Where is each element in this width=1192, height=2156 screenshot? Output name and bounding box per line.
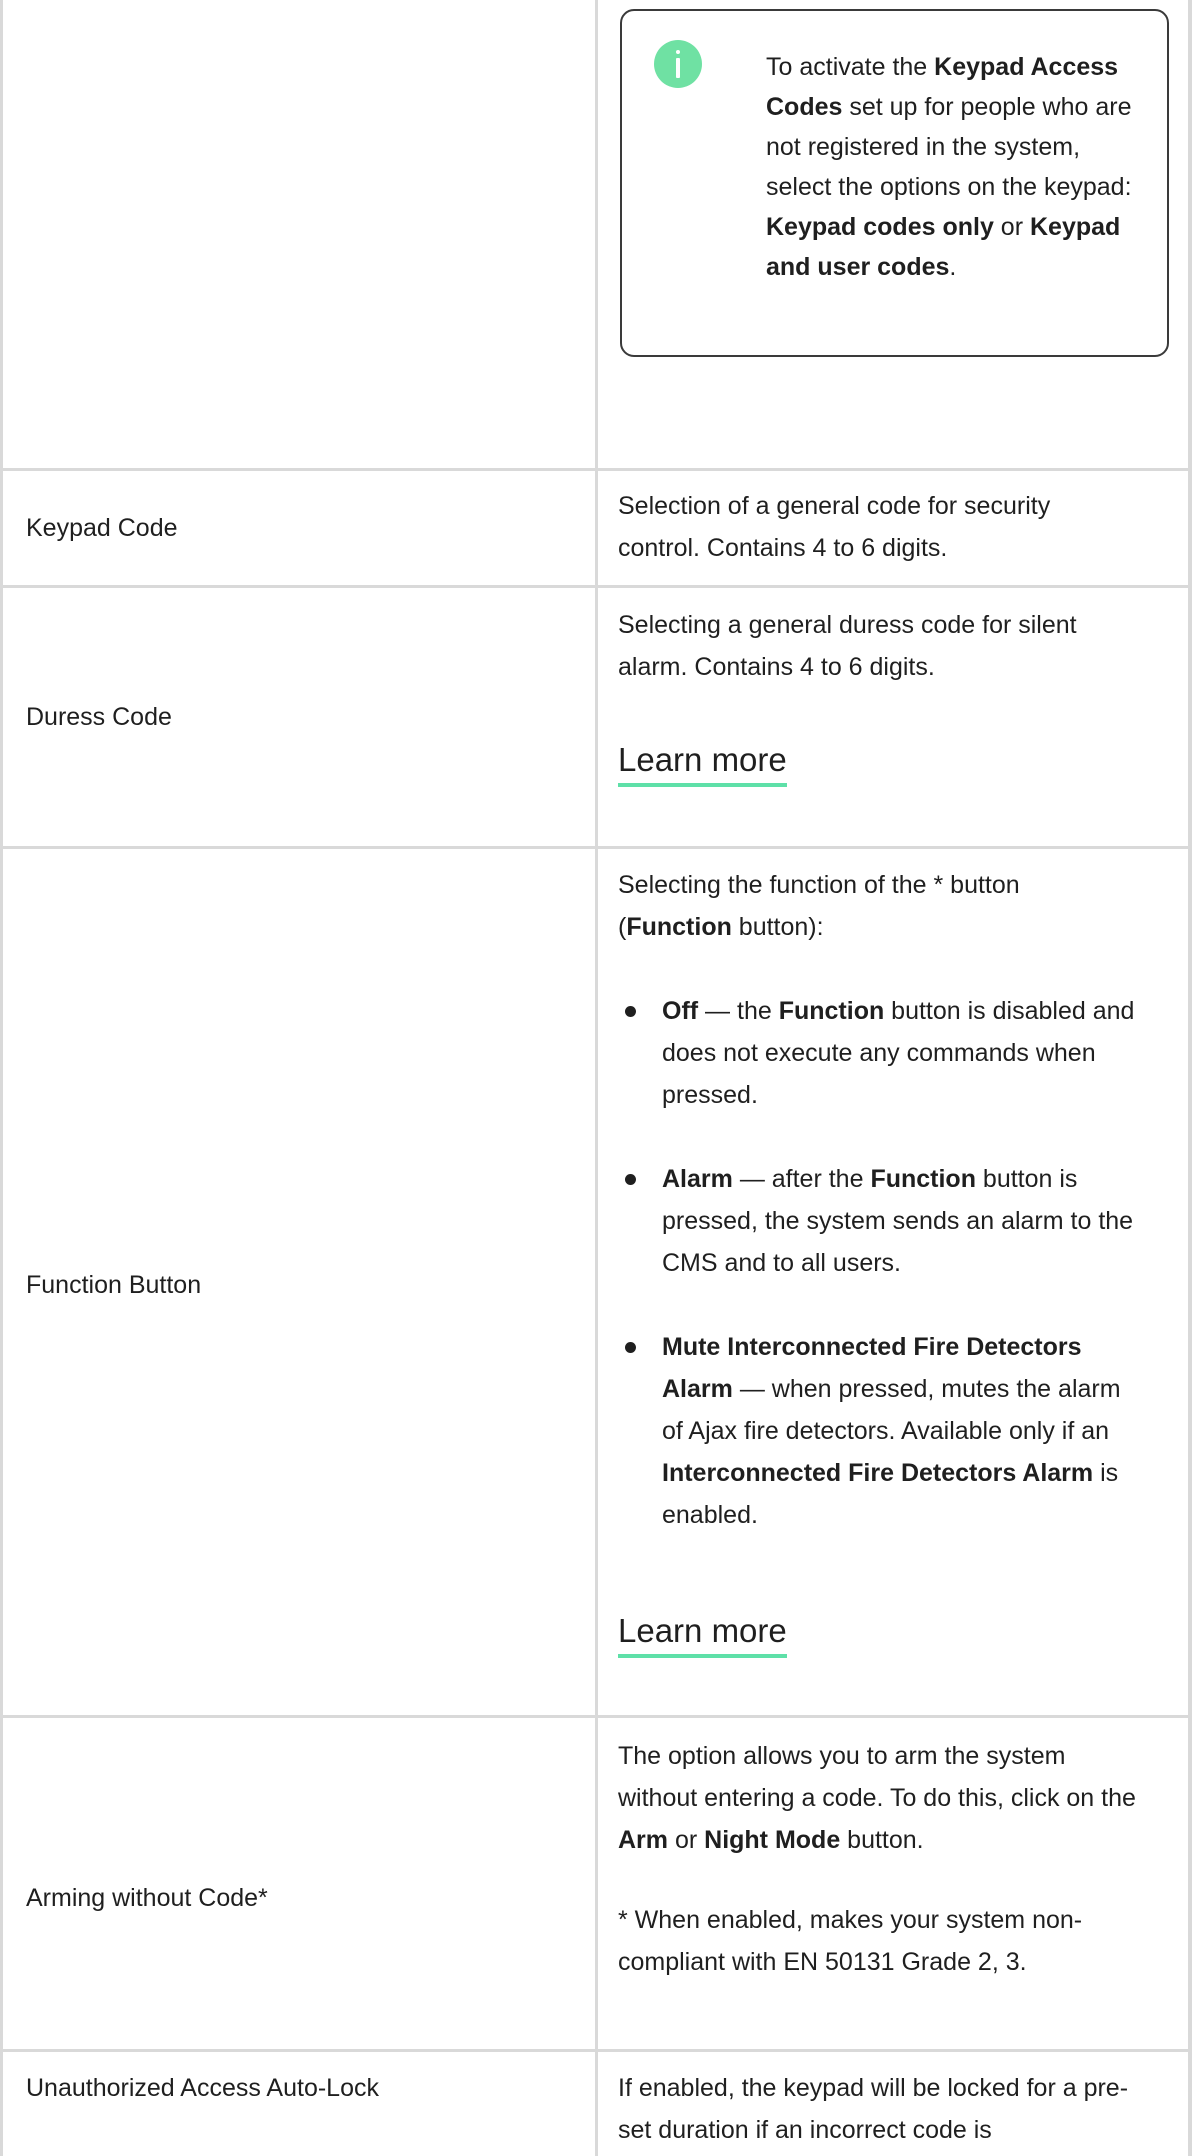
learn-more-link[interactable]: Learn more: [618, 1609, 787, 1658]
info-icon: [654, 40, 702, 88]
row-description-auto-lock: If enabled, the keypad will be locked fo…: [618, 2074, 1129, 2144]
row-description-keypad-code: Selection of a general code for security…: [618, 492, 1051, 562]
list-item: Alarm — after the Function button is pre…: [618, 1158, 1138, 1284]
row-label-keypad-code: Keypad Code: [26, 514, 178, 542]
function-button-intro: Selecting the function of the * button (…: [618, 871, 1020, 941]
row-label-arming-without-code: Arming without Code*: [26, 1884, 268, 1912]
info-note-text: To activate the Keypad Access Codes set …: [766, 53, 1132, 281]
info-note: To activate the Keypad Access Codes set …: [620, 9, 1169, 357]
row-description-arming-without-code: The option allows you to arm the system …: [618, 1735, 1138, 1983]
learn-more-link[interactable]: Learn more: [618, 738, 787, 787]
row-divider: [0, 468, 1192, 471]
row-divider: [0, 846, 1192, 849]
row-label-function-button: Function Button: [26, 1271, 202, 1299]
row-divider: [0, 2049, 1192, 2052]
row-divider: [0, 1715, 1192, 1718]
table-border-right: [1188, 0, 1192, 2156]
column-divider: [0, 0, 3, 2156]
row-description-duress-code: Selecting a general duress code for sile…: [618, 611, 1077, 681]
column-divider: [595, 0, 598, 2156]
list-item: Mute Interconnected Fire Detectors Alarm…: [618, 1326, 1138, 1536]
row-label-duress-code: Duress Code: [26, 703, 172, 731]
row-description-function-button: Selecting the function of the * button (…: [618, 864, 1138, 1536]
arming-footnote: * When enabled, makes your system non-co…: [618, 1906, 1083, 1976]
list-item: Off — the Function button is disabled an…: [618, 990, 1138, 1116]
row-divider: [0, 585, 1192, 588]
row-label-auto-lock: Unauthorized Access Auto-Lock: [26, 2074, 379, 2102]
